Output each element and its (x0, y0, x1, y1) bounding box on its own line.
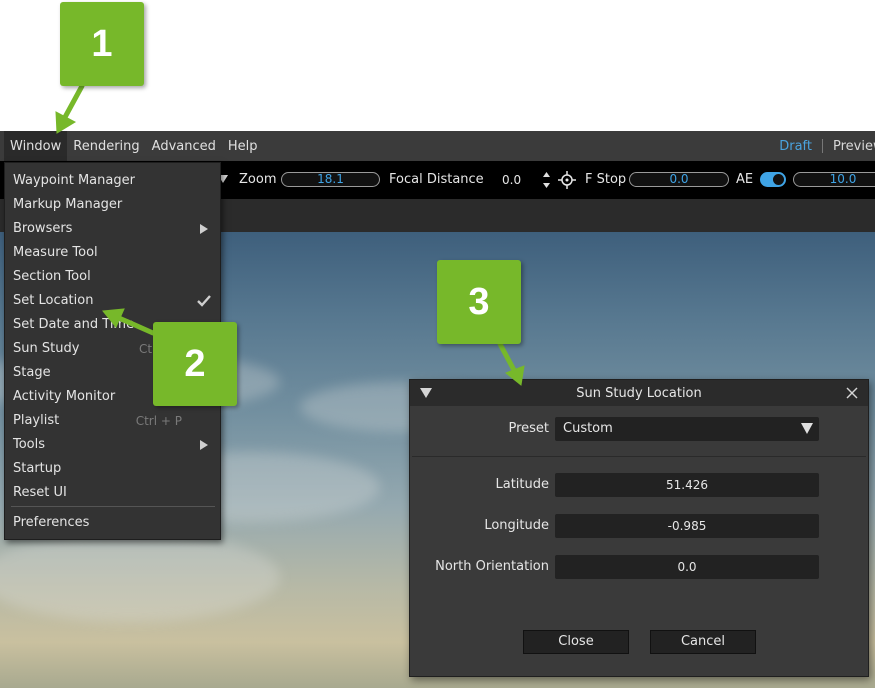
chevron-down-icon (801, 423, 813, 434)
menu-item-label: Activity Monitor (13, 389, 116, 404)
zoom-label: Zoom (239, 172, 277, 187)
menu-rendering[interactable]: Rendering (67, 131, 145, 161)
close-icon[interactable] (844, 385, 860, 401)
stepper-arrows-icon[interactable] (542, 171, 551, 189)
menu-item-markup-manager[interactable]: Markup Manager (5, 193, 220, 217)
menu-item-label: Tools (13, 437, 46, 452)
callout-number: 2 (184, 342, 206, 385)
menu-item-reset-ui[interactable]: Reset UI (5, 481, 220, 505)
cancel-button[interactable]: Cancel (650, 630, 756, 654)
callout-badge-1: 1 (60, 2, 144, 86)
menu-help[interactable]: Help (222, 131, 264, 161)
mode-draft-button[interactable]: Draft (769, 139, 822, 154)
submenu-arrow-icon (200, 224, 208, 234)
north-orientation-label: North Orientation (435, 559, 549, 574)
callout-number: 3 (468, 280, 490, 323)
menu-item-preferences[interactable]: Preferences (5, 511, 220, 535)
menu-item-waypoint-manager[interactable]: Waypoint Manager (5, 169, 220, 193)
north-orientation-field[interactable]: 0.0 (555, 555, 819, 579)
menu-item-playlist[interactable]: Playlist Ctrl + P (5, 409, 220, 433)
menu-item-startup[interactable]: Startup (5, 457, 220, 481)
callout-badge-3: 3 (437, 260, 521, 344)
menu-item-label: Browsers (13, 221, 73, 236)
menu-divider (11, 506, 215, 507)
menu-item-browsers[interactable]: Browsers (5, 217, 220, 241)
ae-label: AE (736, 172, 754, 187)
menu-item-label: Measure Tool (13, 245, 98, 260)
sky-cloud (0, 532, 280, 622)
dialog-title: Sun Study Location (576, 386, 702, 401)
longitude-field[interactable]: -0.985 (555, 514, 819, 538)
callout-badge-2: 2 (153, 322, 237, 406)
render-mode-switch: Draft Preview (769, 131, 875, 161)
menu-item-label: Sun Study (13, 341, 80, 356)
menu-item-label: Waypoint Manager (13, 173, 135, 188)
menu-item-set-location[interactable]: Set Location (5, 289, 220, 313)
menu-item-label: Section Tool (13, 269, 91, 284)
menu-item-label: Preferences (13, 515, 90, 530)
menu-item-label: Playlist (13, 413, 60, 428)
menu-advanced[interactable]: Advanced (146, 131, 222, 161)
arrowhead-icon (55, 111, 77, 134)
preset-select[interactable]: Custom (555, 417, 819, 441)
fstop-slider[interactable]: 0.0 (629, 172, 729, 187)
latitude-label: Latitude (495, 477, 549, 492)
menu-item-label: Startup (13, 461, 62, 476)
ae-toggle[interactable] (760, 172, 786, 187)
exposure-slider[interactable]: 10.0 (793, 172, 875, 187)
focal-distance-value[interactable]: 0.0 (502, 161, 521, 199)
latitude-field[interactable]: 51.426 (555, 473, 819, 497)
menu-item-tools[interactable]: Tools (5, 433, 220, 457)
menu-item-label: Set Date and Time (13, 317, 135, 332)
menu-bar: Window Rendering Advanced Help Draft Pre… (0, 131, 875, 161)
menu-item-section-tool[interactable]: Section Tool (5, 265, 220, 289)
menu-item-label: Reset UI (13, 485, 67, 500)
callout-number: 1 (91, 22, 113, 65)
mode-preview-button[interactable]: Preview (823, 139, 875, 154)
longitude-label: Longitude (484, 518, 549, 533)
dialog-divider (412, 456, 866, 457)
dialog-title-bar[interactable]: Sun Study Location (410, 380, 868, 406)
focal-distance-label: Focal Distance (389, 172, 484, 187)
menu-item-shortcut: Ctrl + P (135, 414, 182, 428)
submenu-arrow-icon (200, 440, 208, 450)
zoom-slider[interactable]: 18.1 (281, 172, 380, 187)
menu-item-label: Markup Manager (13, 197, 123, 212)
preset-value: Custom (563, 421, 613, 436)
sun-study-location-dialog: Sun Study Location Preset Custom Latitud… (409, 379, 869, 677)
menu-window[interactable]: Window (4, 131, 68, 161)
menu-item-label: Stage (13, 365, 51, 380)
fstop-label: F Stop (585, 172, 627, 187)
close-button[interactable]: Close (523, 630, 629, 654)
menu-item-label: Set Location (13, 293, 94, 308)
callout-arrow-1 (61, 83, 85, 122)
preset-label: Preset (508, 421, 549, 436)
menu-item-measure-tool[interactable]: Measure Tool (5, 241, 220, 265)
checkmark-icon (197, 295, 211, 307)
focus-target-icon[interactable] (558, 171, 576, 189)
